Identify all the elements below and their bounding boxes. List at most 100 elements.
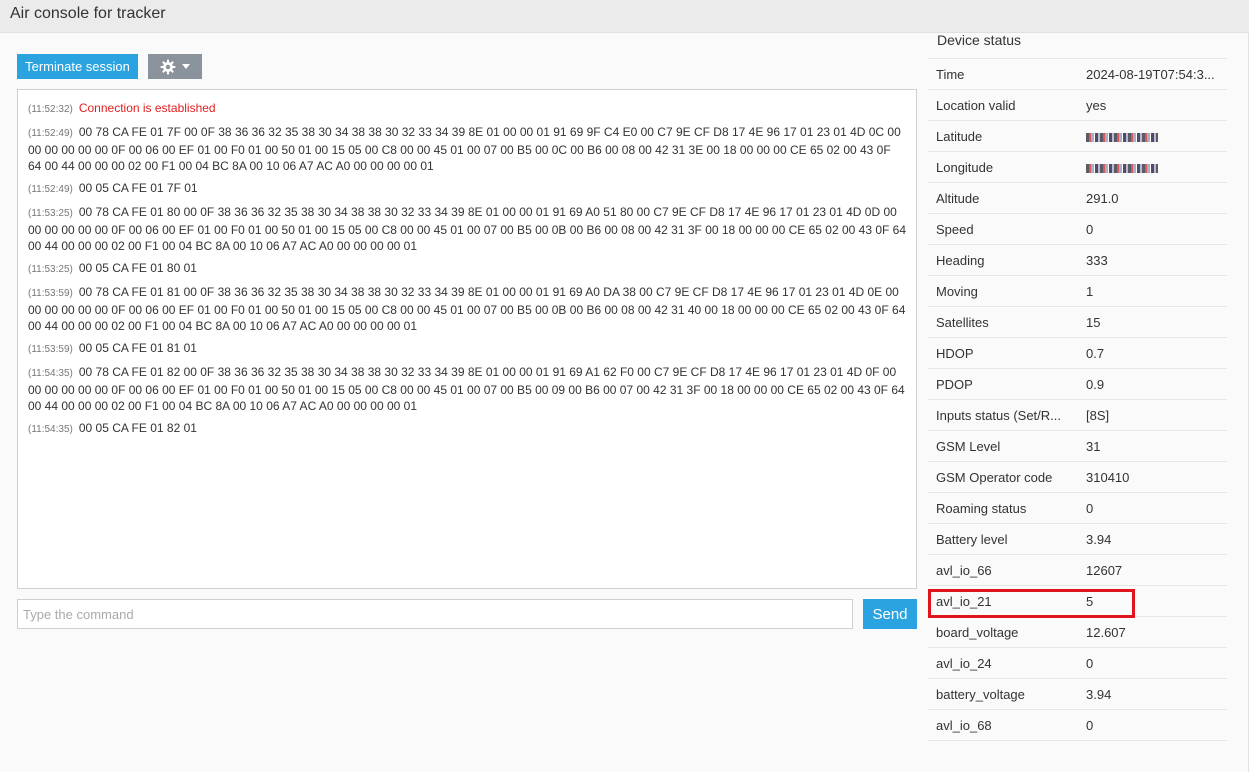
- log-message: 00 78 CA FE 01 80 00 0F 38 36 36 32 35 3…: [28, 205, 907, 253]
- status-row: Satellites 15: [928, 307, 1227, 338]
- status-row: battery_voltage 3.94: [928, 679, 1227, 710]
- status-row: Inputs status (Set/R... [8S]: [928, 400, 1227, 431]
- status-row: Altitude 291.0: [928, 183, 1227, 214]
- log-timestamp: (11:52:32): [28, 104, 73, 115]
- status-value: 3.94: [1086, 687, 1112, 702]
- status-key: battery_voltage: [936, 687, 1025, 702]
- status-row: avl_io_68 0: [928, 710, 1227, 741]
- status-key: board_voltage: [936, 625, 1019, 640]
- log-timestamp: (11:54:35): [28, 424, 73, 435]
- log-message: 00 05 CA FE 01 7F 01: [78, 181, 198, 195]
- status-key: avl_io_68: [936, 718, 992, 733]
- log-entry: (11:52:32) Connection is established: [28, 100, 907, 118]
- status-value: [1086, 129, 1221, 144]
- status-key: Time: [936, 67, 965, 82]
- log-entry: (11:53:59) 00 05 CA FE 01 81 01: [28, 340, 907, 358]
- log-message: 00 05 CA FE 01 81 01: [78, 341, 197, 355]
- status-value: 0.9: [1086, 377, 1105, 392]
- status-row: Moving 1: [928, 276, 1227, 307]
- log-message: 00 05 CA FE 01 80 01: [78, 261, 197, 275]
- device-status-title: Device status: [928, 20, 1227, 59]
- log-message: 00 78 CA FE 01 81 00 0F 38 36 36 32 35 3…: [28, 285, 906, 333]
- status-row: HDOP 0.7: [928, 338, 1227, 369]
- status-key: Satellites: [936, 315, 989, 330]
- gear-icon: [160, 59, 176, 74]
- status-value: [8S]: [1086, 408, 1110, 423]
- status-key: Speed: [936, 222, 974, 237]
- status-value: 15: [1086, 315, 1101, 330]
- status-row: Heading 333: [928, 245, 1227, 276]
- status-row: Roaming status 0: [928, 493, 1227, 524]
- console-log[interactable]: (11:52:32) Connection is established (11:5…: [17, 89, 917, 589]
- status-row: Latitude: [928, 121, 1227, 152]
- terminate-session-button[interactable]: Terminate session: [17, 54, 138, 79]
- status-key: GSM Level: [936, 439, 1001, 454]
- status-row: Speed 0: [928, 214, 1227, 245]
- redacted-value: [1086, 133, 1158, 143]
- status-row: GSM Operator code 310410: [928, 462, 1227, 493]
- log-timestamp: (11:53:25): [28, 208, 73, 219]
- status-value: 0: [1086, 718, 1094, 733]
- status-key: avl_io_66: [936, 563, 992, 578]
- status-value: 333: [1086, 253, 1108, 268]
- status-row: Time 2024-08-19T07:54:3...: [928, 59, 1227, 90]
- status-key: Roaming status: [936, 501, 1027, 516]
- log-timestamp: (11:53:59): [28, 288, 73, 299]
- log-entry: (11:53:25) 00 78 CA FE 01 80 00 0F 38 36 …: [28, 204, 907, 254]
- log-message: 00 05 CA FE 01 82 01: [78, 421, 197, 435]
- status-key: Battery level: [936, 532, 1008, 547]
- send-button[interactable]: Send: [863, 599, 917, 629]
- log-timestamp: (11:52:49): [28, 128, 73, 139]
- status-row: GSM Level 31: [928, 431, 1227, 462]
- redacted-value: [1086, 164, 1158, 174]
- status-value: 0: [1086, 501, 1094, 516]
- status-key: Moving: [936, 284, 978, 299]
- status-key: avl_io_24: [936, 656, 992, 671]
- status-value: 3.94: [1086, 532, 1112, 547]
- chevron-down-icon: [182, 64, 190, 69]
- log-timestamp: (11:54:35): [28, 368, 73, 379]
- settings-dropdown-button[interactable]: [148, 54, 202, 79]
- status-value: 0: [1086, 222, 1094, 237]
- status-value: 12.607: [1086, 625, 1126, 640]
- status-key: GSM Operator code: [936, 470, 1053, 485]
- device-status-panel: Device status Time 2024-08-19T07:54:3... L…: [928, 20, 1227, 741]
- status-value: 310410: [1086, 470, 1130, 485]
- status-value: 0.7: [1086, 346, 1105, 361]
- log-entry: (11:53:59) 00 78 CA FE 01 81 00 0F 38 36 …: [28, 284, 907, 334]
- status-key: PDOP: [936, 377, 973, 392]
- status-row: Battery level 3.94: [928, 524, 1227, 555]
- status-key: Location valid: [936, 98, 1016, 113]
- status-value: 291.0: [1086, 191, 1119, 206]
- status-value: 0: [1086, 656, 1094, 671]
- status-value: 2024-08-19T07:54:3...: [1086, 67, 1215, 82]
- log-message: 00 78 CA FE 01 7F 00 0F 38 36 36 32 35 3…: [28, 125, 901, 173]
- log-entry: (11:52:49) 00 78 CA FE 01 7F 00 0F 38 36 …: [28, 124, 907, 174]
- status-row: Longitude: [928, 152, 1227, 183]
- status-value: 1: [1086, 284, 1094, 299]
- status-row: PDOP 0.9: [928, 369, 1227, 400]
- status-value: [1086, 160, 1221, 175]
- status-value: 12607: [1086, 563, 1123, 578]
- status-key: Heading: [936, 253, 985, 268]
- status-key: Inputs status (Set/R...: [936, 408, 1061, 423]
- log-entry: (11:53:25) 00 05 CA FE 01 80 01: [28, 260, 907, 278]
- log-message: 00 78 CA FE 01 82 00 0F 38 36 36 32 35 3…: [28, 365, 905, 413]
- log-timestamp: (11:53:59): [28, 344, 73, 355]
- log-entry: (11:54:35) 00 05 CA FE 01 82 01: [28, 420, 907, 438]
- log-entry: (11:52:49) 00 05 CA FE 01 7F 01: [28, 180, 907, 198]
- log-timestamp: (11:52:49): [28, 184, 73, 195]
- status-value: 31: [1086, 439, 1101, 454]
- status-key: Longitude: [936, 160, 994, 175]
- status-row: board_voltage 12.607: [928, 617, 1227, 648]
- status-key: HDOP: [936, 346, 974, 361]
- highlight-box: [928, 589, 1135, 618]
- command-input[interactable]: [17, 599, 853, 629]
- status-row: avl_io_24 0: [928, 648, 1227, 679]
- page-title: Air console for tracker: [10, 5, 166, 22]
- log-message: Connection is established: [78, 101, 216, 115]
- status-row: Location valid yes: [928, 90, 1227, 121]
- log-entry: (11:54:35) 00 78 CA FE 01 82 00 0F 38 36 …: [28, 364, 907, 414]
- status-row: avl_io_66 12607: [928, 555, 1227, 586]
- log-timestamp: (11:53:25): [28, 264, 73, 275]
